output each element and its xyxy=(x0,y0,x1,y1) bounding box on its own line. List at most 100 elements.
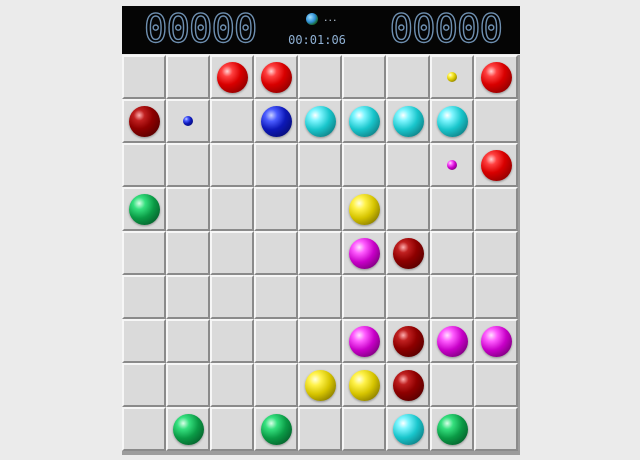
board-cell-r4-c4[interactable] xyxy=(254,187,298,231)
board-cell-r1-c6[interactable] xyxy=(342,55,386,99)
board-cell-r5-c7[interactable] xyxy=(386,231,430,275)
board-cell-r9-c2[interactable] xyxy=(166,407,210,451)
board-cell-r6-c9[interactable] xyxy=(474,275,518,319)
magenta-ball[interactable] xyxy=(348,237,380,269)
globe-icon[interactable] xyxy=(306,13,318,25)
red-ball[interactable] xyxy=(480,149,512,181)
board-cell-r1-c7[interactable] xyxy=(386,55,430,99)
yellow-ball[interactable] xyxy=(348,193,380,225)
board-cell-r1-c4[interactable] xyxy=(254,55,298,99)
board-cell-r3-c6[interactable] xyxy=(342,143,386,187)
board-cell-r8-c4[interactable] xyxy=(254,363,298,407)
darkred-ball[interactable] xyxy=(392,237,424,269)
red-ball[interactable] xyxy=(216,61,248,93)
board-cell-r2-c3[interactable] xyxy=(210,99,254,143)
board-cell-r3-c3[interactable] xyxy=(210,143,254,187)
board-cell-r4-c9[interactable] xyxy=(474,187,518,231)
board-cell-r9-c6[interactable] xyxy=(342,407,386,451)
board-cell-r3-c5[interactable] xyxy=(298,143,342,187)
board-cell-r7-c1[interactable] xyxy=(122,319,166,363)
board-cell-r9-c4[interactable] xyxy=(254,407,298,451)
board-cell-r4-c3[interactable] xyxy=(210,187,254,231)
board-cell-r8-c5[interactable] xyxy=(298,363,342,407)
board-cell-r6-c5[interactable] xyxy=(298,275,342,319)
board-cell-r2-c1[interactable] xyxy=(122,99,166,143)
green-ball[interactable] xyxy=(260,413,292,445)
red-ball[interactable] xyxy=(260,61,292,93)
board-cell-r2-c6[interactable] xyxy=(342,99,386,143)
board-cell-r5-c8[interactable] xyxy=(430,231,474,275)
board-cell-r8-c9[interactable] xyxy=(474,363,518,407)
board-cell-r7-c2[interactable] xyxy=(166,319,210,363)
board-cell-r6-c6[interactable] xyxy=(342,275,386,319)
cyan-ball[interactable] xyxy=(304,105,336,137)
board-cell-r8-c1[interactable] xyxy=(122,363,166,407)
board-cell-r1-c8[interactable] xyxy=(430,55,474,99)
board-cell-r8-c7[interactable] xyxy=(386,363,430,407)
board-cell-r8-c3[interactable] xyxy=(210,363,254,407)
board-cell-r2-c5[interactable] xyxy=(298,99,342,143)
board-cell-r5-c5[interactable] xyxy=(298,231,342,275)
board-cell-r7-c7[interactable] xyxy=(386,319,430,363)
darkred-ball[interactable] xyxy=(392,325,424,357)
board-cell-r3-c1[interactable] xyxy=(122,143,166,187)
board-cell-r5-c1[interactable] xyxy=(122,231,166,275)
green-ball[interactable] xyxy=(436,413,468,445)
board-cell-r7-c8[interactable] xyxy=(430,319,474,363)
board-cell-r4-c6[interactable] xyxy=(342,187,386,231)
board-cell-r1-c5[interactable] xyxy=(298,55,342,99)
yellow-ball[interactable] xyxy=(304,369,336,401)
magenta-ball[interactable] xyxy=(480,325,512,357)
board-cell-r3-c8[interactable] xyxy=(430,143,474,187)
board-cell-r2-c2[interactable] xyxy=(166,99,210,143)
board-cell-r2-c9[interactable] xyxy=(474,99,518,143)
yellow-ball[interactable] xyxy=(348,369,380,401)
board-cell-r4-c2[interactable] xyxy=(166,187,210,231)
magenta-ball[interactable] xyxy=(436,325,468,357)
board-cell-r3-c7[interactable] xyxy=(386,143,430,187)
board-cell-r9-c9[interactable] xyxy=(474,407,518,451)
board-cell-r9-c7[interactable] xyxy=(386,407,430,451)
board-cell-r3-c2[interactable] xyxy=(166,143,210,187)
blue-ball[interactable] xyxy=(260,105,292,137)
board-cell-r9-c3[interactable] xyxy=(210,407,254,451)
magenta-ball[interactable] xyxy=(348,325,380,357)
darkred-ball[interactable] xyxy=(128,105,160,137)
board-cell-r7-c3[interactable] xyxy=(210,319,254,363)
board-cell-r4-c1[interactable] xyxy=(122,187,166,231)
board-cell-r9-c1[interactable] xyxy=(122,407,166,451)
board-cell-r6-c4[interactable] xyxy=(254,275,298,319)
board-cell-r2-c7[interactable] xyxy=(386,99,430,143)
green-ball[interactable] xyxy=(172,413,204,445)
board-cell-r1-c1[interactable] xyxy=(122,55,166,99)
board-cell-r1-c2[interactable] xyxy=(166,55,210,99)
board-cell-r7-c5[interactable] xyxy=(298,319,342,363)
board-cell-r6-c2[interactable] xyxy=(166,275,210,319)
board-cell-r7-c4[interactable] xyxy=(254,319,298,363)
board-cell-r3-c9[interactable] xyxy=(474,143,518,187)
board-cell-r6-c3[interactable] xyxy=(210,275,254,319)
board-cell-r7-c6[interactable] xyxy=(342,319,386,363)
green-ball[interactable] xyxy=(128,193,160,225)
board-cell-r4-c5[interactable] xyxy=(298,187,342,231)
cyan-ball[interactable] xyxy=(392,105,424,137)
board-cell-r4-c8[interactable] xyxy=(430,187,474,231)
board-cell-r6-c7[interactable] xyxy=(386,275,430,319)
cyan-ball[interactable] xyxy=(348,105,380,137)
board-cell-r7-c9[interactable] xyxy=(474,319,518,363)
board-cell-r8-c8[interactable] xyxy=(430,363,474,407)
board-cell-r5-c4[interactable] xyxy=(254,231,298,275)
board-cell-r5-c3[interactable] xyxy=(210,231,254,275)
board-cell-r4-c7[interactable] xyxy=(386,187,430,231)
board-cell-r8-c2[interactable] xyxy=(166,363,210,407)
board-cell-r6-c8[interactable] xyxy=(430,275,474,319)
board-cell-r9-c8[interactable] xyxy=(430,407,474,451)
board-cell-r1-c3[interactable] xyxy=(210,55,254,99)
darkred-ball[interactable] xyxy=(392,369,424,401)
cyan-ball[interactable] xyxy=(392,413,424,445)
board-cell-r1-c9[interactable] xyxy=(474,55,518,99)
board-cell-r5-c2[interactable] xyxy=(166,231,210,275)
board-cell-r6-c1[interactable] xyxy=(122,275,166,319)
board-cell-r9-c5[interactable] xyxy=(298,407,342,451)
board-cell-r2-c4[interactable] xyxy=(254,99,298,143)
